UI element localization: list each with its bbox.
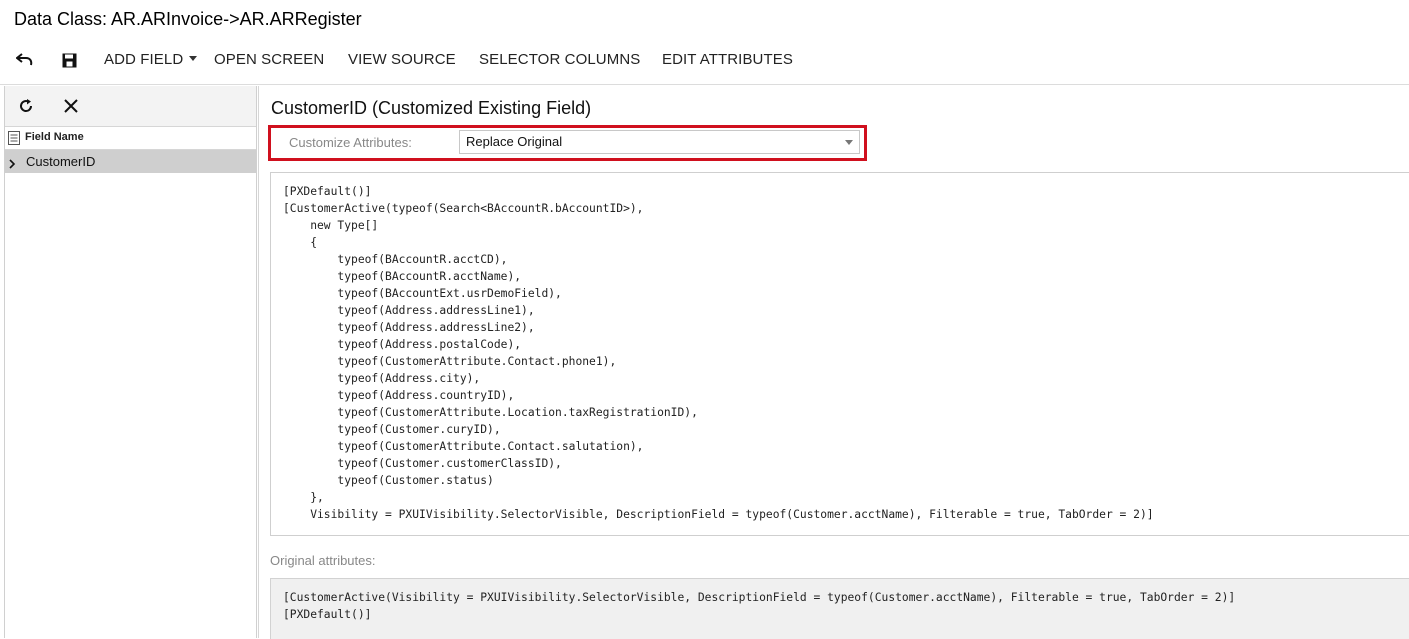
undo-icon[interactable]	[15, 50, 35, 70]
customize-attributes-label: Customize Attributes:	[289, 135, 412, 150]
chevron-down-icon	[189, 55, 198, 61]
field-name-cell: CustomerID	[26, 154, 96, 169]
save-icon[interactable]	[59, 50, 79, 70]
close-icon[interactable]	[61, 96, 81, 116]
toolbar-divider	[0, 84, 1409, 85]
edit-attributes-button[interactable]: EDIT ATTRIBUTES	[662, 51, 793, 68]
open-screen-button[interactable]: OPEN SCREEN	[214, 51, 324, 68]
customize-attributes-value: Replace Original	[466, 134, 563, 149]
view-source-button[interactable]: VIEW SOURCE	[348, 51, 456, 68]
window-title: Data Class: AR.ARInvoice->AR.ARRegister	[14, 9, 362, 29]
original-attributes-label: Original attributes:	[270, 553, 376, 568]
field-list-header: Field Name	[5, 127, 256, 150]
chevron-down-icon	[845, 140, 853, 145]
table-row[interactable]: CustomerID	[5, 150, 256, 173]
add-field-button[interactable]: ADD FIELD	[104, 51, 198, 68]
field-title: CustomerID (Customized Existing Field)	[271, 98, 592, 118]
custom-attributes-editor[interactable]: [PXDefault()] [CustomerActive(typeof(Sea…	[270, 172, 1409, 536]
add-field-label: ADD FIELD	[104, 51, 184, 68]
customize-attributes-select[interactable]: Replace Original	[459, 130, 860, 154]
custom-attributes-code: [PXDefault()] [CustomerActive(typeof(Sea…	[283, 185, 1154, 521]
refresh-icon[interactable]	[16, 96, 36, 116]
field-name-column-header[interactable]: Field Name	[25, 131, 84, 143]
chevron-right-icon	[9, 156, 16, 174]
original-attributes-code: [CustomerActive(Visibility = PXUIVisibil…	[283, 591, 1236, 621]
column-settings-icon[interactable]	[8, 131, 20, 150]
original-attributes-box: [CustomerActive(Visibility = PXUIVisibil…	[270, 578, 1409, 639]
selector-columns-button[interactable]: SELECTOR COLUMNS	[479, 51, 640, 68]
field-list-toolbar	[5, 86, 256, 127]
field-list-pane: Field Name CustomerID	[4, 86, 257, 638]
